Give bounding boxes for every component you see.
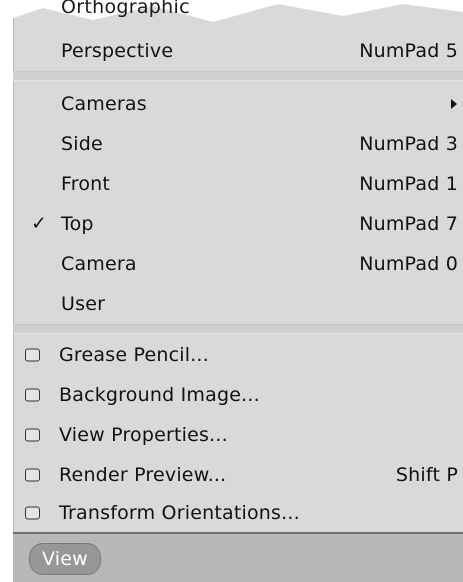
header-bar: View bbox=[13, 532, 463, 582]
menu-item-label: Front bbox=[61, 173, 111, 195]
menu-item-label: Render Preview... bbox=[59, 464, 227, 486]
menu-item-label: Camera bbox=[61, 253, 137, 275]
menu-item-label: Perspective bbox=[61, 40, 174, 62]
cut-off-menu-item-label: Orthographic bbox=[61, 0, 190, 18]
menu-item-background-image[interactable]: Background Image... bbox=[13, 375, 463, 415]
menu-item-shortcut: Shift P bbox=[395, 464, 458, 486]
menu-item-user[interactable]: User bbox=[13, 284, 463, 324]
submenu-arrow-icon bbox=[451, 99, 457, 109]
menu-item-label: Cameras bbox=[61, 93, 147, 115]
menu-item-label: View Properties... bbox=[59, 424, 228, 446]
menu-item-label: Grease Pencil... bbox=[59, 344, 209, 366]
menu-separator bbox=[13, 324, 463, 334]
menu-item-view-properties[interactable]: View Properties... bbox=[13, 415, 463, 455]
menu-item-render-preview[interactable]: Render Preview... Shift P bbox=[13, 455, 463, 495]
view-menu-button[interactable]: View bbox=[29, 543, 101, 575]
menu-item-label: User bbox=[61, 293, 106, 315]
menu-item-shortcut: NumPad 5 bbox=[359, 40, 458, 62]
checkmark-icon: ✓ bbox=[31, 212, 47, 235]
panel-toggle-icon bbox=[25, 506, 40, 520]
menu-item-side[interactable]: Side NumPad 3 bbox=[13, 124, 463, 164]
menu-item-transform-orientations[interactable]: Transform Orientations... bbox=[13, 493, 463, 533]
menu-item-label: Side bbox=[61, 133, 103, 155]
panel-toggle-icon bbox=[25, 468, 40, 482]
panel-toggle-icon bbox=[25, 388, 40, 402]
menu-item-shortcut: NumPad 0 bbox=[359, 253, 458, 275]
menu-item-shortcut: NumPad 7 bbox=[359, 213, 458, 235]
panel-toggle-icon bbox=[25, 428, 40, 442]
menu-item-perspective[interactable]: Perspective NumPad 5 bbox=[13, 31, 463, 71]
menu-item-camera[interactable]: Camera NumPad 0 bbox=[13, 244, 463, 284]
menu-separator bbox=[13, 71, 463, 81]
menu-item-label: Top bbox=[61, 213, 94, 235]
panel-toggle-icon bbox=[25, 348, 40, 362]
menu-item-label: Transform Orientations... bbox=[59, 502, 300, 524]
menu-item-shortcut: NumPad 1 bbox=[359, 173, 458, 195]
menu-item-label: Background Image... bbox=[59, 384, 260, 406]
menu-item-top[interactable]: ✓ Top NumPad 7 bbox=[13, 204, 463, 244]
menu-item-front[interactable]: Front NumPad 1 bbox=[13, 164, 463, 204]
menu-item-shortcut: NumPad 3 bbox=[359, 133, 458, 155]
menu-item-cameras[interactable]: Cameras bbox=[13, 84, 463, 124]
menu-item-grease-pencil[interactable]: Grease Pencil... bbox=[13, 335, 463, 375]
